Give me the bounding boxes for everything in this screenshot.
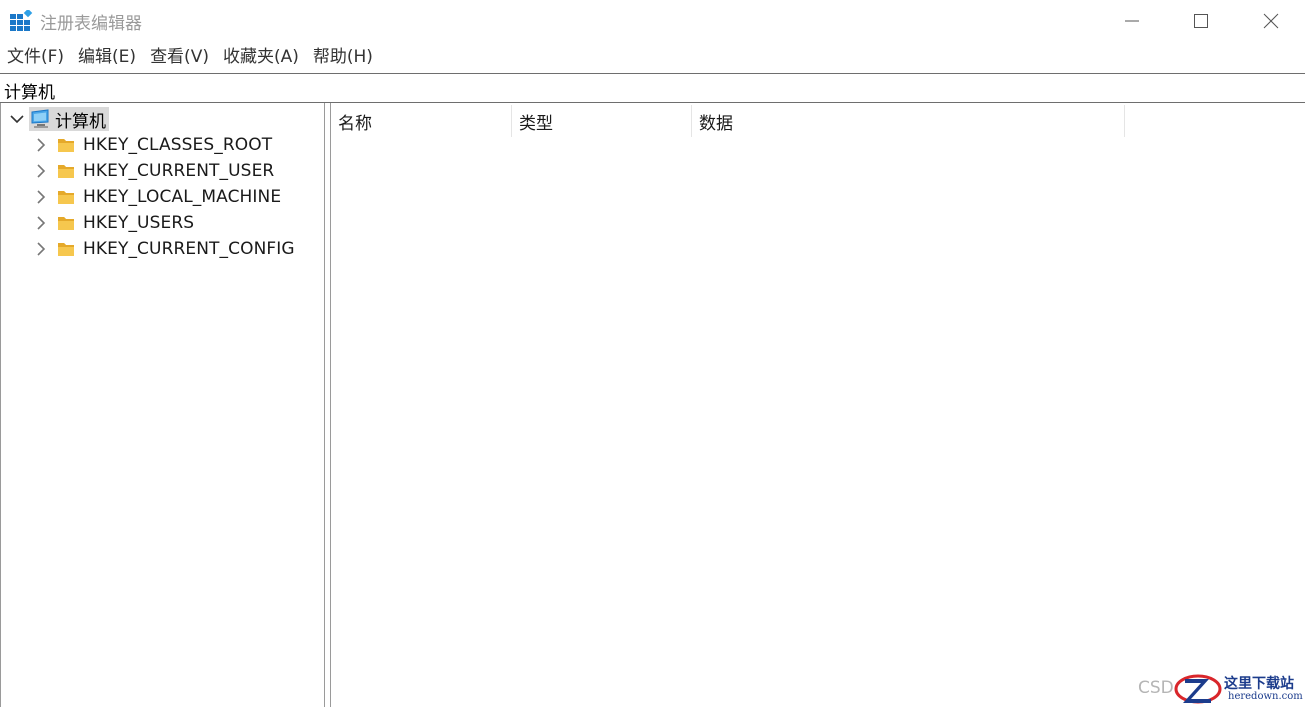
expand-toggle[interactable] [31,213,51,233]
tree-node-hkey-local-machine[interactable]: HKEY_LOCAL_MACHINE [31,184,281,210]
folder-icon [58,243,74,256]
tree-node-hkey-current-user[interactable]: HKEY_CURRENT_USER [31,158,274,184]
values-list-pane[interactable]: 名称 类型 数据 [330,103,1305,707]
folder-icon [58,165,74,178]
menu-help[interactable]: 帮助(H) [306,44,380,70]
tree-node-label: HKEY_USERS [83,213,195,233]
collapse-toggle[interactable] [7,109,27,129]
menu-edit[interactable]: 编辑(E) [71,44,143,70]
maximize-icon [1194,14,1208,28]
tree-node-label: HKEY_LOCAL_MACHINE [83,187,282,207]
chevron-right-icon [37,138,46,152]
tree-node-computer[interactable]: 计算机 [7,106,109,132]
list-header: 名称 类型 数据 [331,105,1126,137]
chevron-right-icon [37,242,46,256]
expand-toggle[interactable] [31,135,51,155]
chevron-right-icon [37,164,46,178]
minimize-icon [1125,20,1139,22]
watermark: CSD 这里下载站 heredown.com [1138,670,1305,707]
registry-editor-window: 注册表编辑器 文件(F) 编辑(E) 查看(V) 收藏夹(A) 帮助(H) 计算… [0,0,1305,707]
column-header-name[interactable]: 名称 [331,105,512,137]
title-bar: 注册表编辑器 [0,0,1305,42]
window-title: 注册表编辑器 [40,14,142,34]
tree-node-label: HKEY_CLASSES_ROOT [83,135,273,155]
watermark-logo-icon [1174,674,1222,704]
minimize-button[interactable] [1097,0,1167,42]
expand-toggle[interactable] [31,239,51,259]
tree-node-hkey-users[interactable]: HKEY_USERS [31,210,194,236]
registry-editor-icon [10,10,33,31]
expand-toggle[interactable] [31,161,51,181]
folder-icon [58,139,74,152]
folder-icon [58,217,74,230]
tree-node-label: HKEY_CURRENT_CONFIG [83,239,295,259]
expand-toggle[interactable] [31,187,51,207]
tree-node-label: HKEY_CURRENT_USER [83,161,275,181]
close-icon [1263,13,1279,29]
folder-icon [58,191,74,204]
address-path[interactable]: 计算机 [4,78,55,103]
tree-node-computer-selected[interactable]: 计算机 [29,107,109,132]
chevron-down-icon [10,115,24,124]
tree-node-hkey-classes-root[interactable]: HKEY_CLASSES_ROOT [31,132,272,158]
close-button[interactable] [1236,0,1305,42]
menu-file[interactable]: 文件(F) [0,44,71,70]
menu-favorites[interactable]: 收藏夹(A) [216,44,306,70]
chevron-right-icon [37,190,46,204]
chevron-right-icon [37,216,46,230]
tree-node-label: 计算机 [55,111,106,132]
computer-icon [31,109,49,128]
watermark-prefix: CSD [1138,678,1174,698]
menu-view[interactable]: 查看(V) [143,44,216,70]
watermark-title: 这里下载站 [1224,676,1294,692]
watermark-url: heredown.com [1228,691,1303,702]
column-header-type[interactable]: 类型 [512,105,692,137]
column-header-data[interactable]: 数据 [692,105,1125,137]
key-tree-pane: 计算机 HKEY_CLASSES_ROOT HKEY_CURRENT_USER [0,103,325,707]
maximize-button[interactable] [1166,0,1236,42]
tree-node-hkey-current-config[interactable]: HKEY_CURRENT_CONFIG [31,236,295,262]
address-bar[interactable]: 计算机 [0,73,1305,103]
menu-bar: 文件(F) 编辑(E) 查看(V) 收藏夹(A) 帮助(H) [0,44,380,70]
